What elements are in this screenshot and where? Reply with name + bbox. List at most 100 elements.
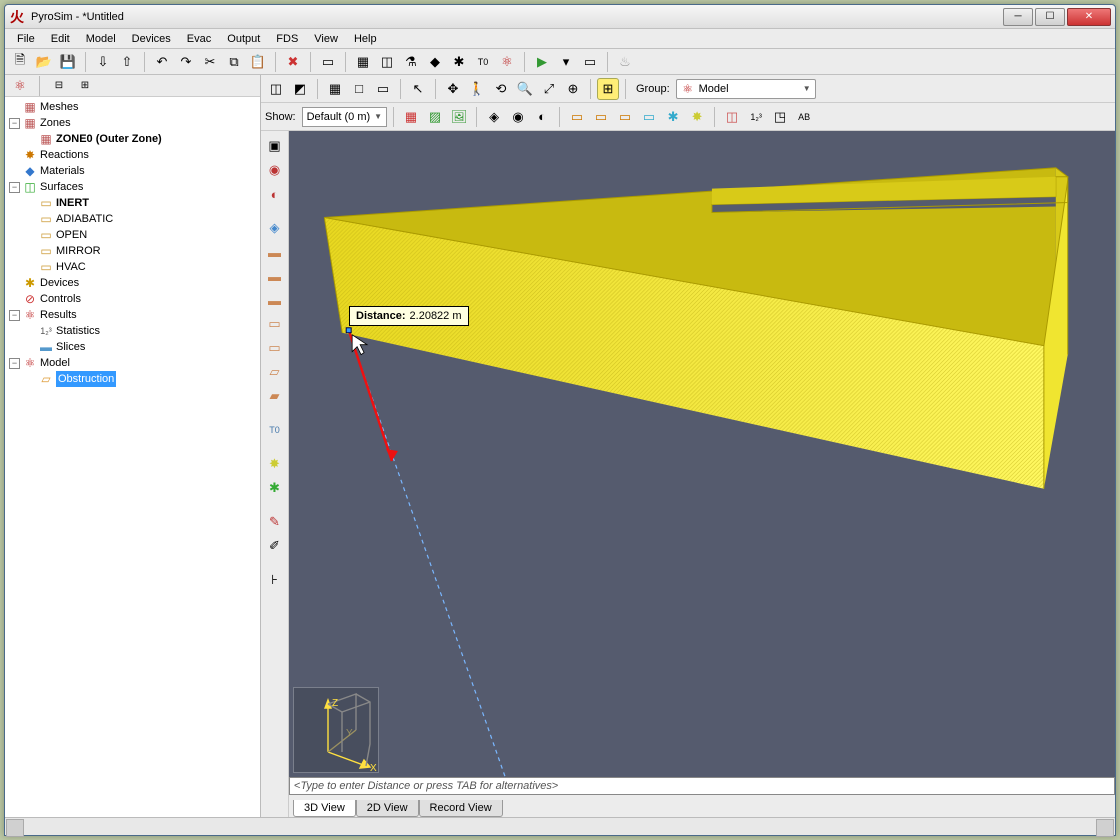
- tool-eyedrop-icon[interactable]: ✐: [264, 535, 286, 557]
- menu-file[interactable]: File: [9, 31, 43, 47]
- group-select[interactable]: ⚛ Model ▼: [676, 79, 816, 99]
- collapse-icon[interactable]: ⊟: [48, 75, 70, 97]
- run2-icon[interactable]: ▭: [579, 51, 601, 73]
- menu-help[interactable]: Help: [346, 31, 385, 47]
- run-icon[interactable]: ▶: [531, 51, 553, 73]
- tree-surface-open[interactable]: ▭OPEN: [25, 227, 258, 243]
- material-icon[interactable]: ◆: [424, 51, 446, 73]
- tree-slices[interactable]: ▬Slices: [25, 339, 258, 355]
- split-icon[interactable]: ◫: [721, 106, 743, 128]
- tool-slab4-icon[interactable]: ▭: [264, 313, 286, 335]
- reaction-icon[interactable]: ⚗: [400, 51, 422, 73]
- import-icon[interactable]: ⇩: [92, 51, 114, 73]
- rotate-icon[interactable]: ⟲: [490, 78, 512, 100]
- tree-surface-inert[interactable]: ▭INERT: [25, 195, 258, 211]
- grid-icon[interactable]: ▦: [324, 78, 346, 100]
- tree-model[interactable]: −⚛Model: [9, 355, 258, 371]
- menu-devices[interactable]: Devices: [124, 31, 179, 47]
- box2-icon[interactable]: ▭: [372, 78, 394, 100]
- viewport-3d[interactable]: Distance: 2.20822 m: [289, 131, 1115, 777]
- tree-obstruction[interactable]: ▱Obstruction: [25, 371, 258, 387]
- paste-icon[interactable]: 📋: [247, 51, 269, 73]
- fire-icon[interactable]: ♨: [614, 51, 636, 73]
- solid-icon[interactable]: ◉: [507, 106, 529, 128]
- tool-device-icon[interactable]: ✸: [264, 453, 286, 475]
- tool-slab3-icon[interactable]: ▬: [264, 289, 286, 311]
- tree-materials[interactable]: ◆Materials: [9, 163, 258, 179]
- tool-text-icon[interactable]: T0: [264, 419, 286, 441]
- tree-surfaces[interactable]: −◫Surfaces: [9, 179, 258, 195]
- tab-record-view[interactable]: Record View: [419, 800, 503, 817]
- image-icon[interactable]: 🖼: [448, 106, 470, 128]
- tree-zone0[interactable]: ▦ZONE0 (Outer Zone): [25, 131, 258, 147]
- tab-2d-view[interactable]: 2D View: [356, 800, 419, 817]
- tree-mode-icon[interactable]: ⚛: [9, 75, 31, 97]
- copy-icon[interactable]: ⧉: [223, 51, 245, 73]
- minimize-button[interactable]: ─: [1003, 8, 1033, 26]
- menu-evac[interactable]: Evac: [179, 31, 219, 47]
- tree-view[interactable]: ▦Meshes −▦Zones ▦ZONE0 (Outer Zone) ✸Rea…: [5, 97, 260, 817]
- tree-controls[interactable]: ⊘Controls: [9, 291, 258, 307]
- pointer-icon[interactable]: ↖: [407, 78, 429, 100]
- cut-icon[interactable]: ✂: [199, 51, 221, 73]
- export-icon[interactable]: ⇧: [116, 51, 138, 73]
- view1-icon[interactable]: ▭: [566, 106, 588, 128]
- save-icon[interactable]: 💾: [57, 51, 79, 73]
- view5-icon[interactable]: ✱: [662, 106, 684, 128]
- zoomfit-icon[interactable]: ⤢: [538, 78, 560, 100]
- persp-icon[interactable]: ◫: [265, 78, 287, 100]
- menu-model[interactable]: Model: [78, 31, 124, 47]
- horizontal-scrollbar[interactable]: [5, 817, 1115, 835]
- tree-devices[interactable]: ✱Devices: [9, 275, 258, 291]
- tree-surface-mirror[interactable]: ▭MIRROR: [25, 243, 258, 259]
- menu-output[interactable]: Output: [219, 31, 268, 47]
- box-icon[interactable]: □: [348, 78, 370, 100]
- cube-icon[interactable]: ◳: [769, 106, 791, 128]
- collapse-twist[interactable]: −: [9, 358, 20, 369]
- tool-rotate-icon[interactable]: ◉: [264, 159, 286, 181]
- collapse-twist[interactable]: −: [9, 182, 20, 193]
- wireframe-icon[interactable]: ◈: [483, 106, 505, 128]
- dropdown-icon[interactable]: ▾: [555, 51, 577, 73]
- mesh-icon[interactable]: ▦: [352, 51, 374, 73]
- view2-icon[interactable]: ▭: [590, 106, 612, 128]
- tree-meshes[interactable]: ▦Meshes: [9, 99, 258, 115]
- axis-widget[interactable]: Z X Y: [293, 687, 379, 773]
- tree-surface-hvac[interactable]: ▭HVAC: [25, 259, 258, 275]
- redo-icon[interactable]: ↷: [175, 51, 197, 73]
- props-icon[interactable]: ▭: [317, 51, 339, 73]
- tool-slab2-icon[interactable]: ▬: [264, 265, 286, 287]
- tree-statistics[interactable]: 1₂³Statistics: [25, 323, 258, 339]
- device-icon[interactable]: ✱: [448, 51, 470, 73]
- floor-icon[interactable]: ▦: [400, 106, 422, 128]
- shaded-icon[interactable]: ◐: [531, 106, 553, 128]
- view4-icon[interactable]: ▭: [638, 106, 660, 128]
- zoom-icon[interactable]: 🔍: [514, 78, 536, 100]
- tool-select-icon[interactable]: ▣: [264, 135, 286, 157]
- tree-results[interactable]: −⚛Results: [9, 307, 258, 323]
- undo-icon[interactable]: ↶: [151, 51, 173, 73]
- show-select[interactable]: Default (0 m) ▼: [302, 107, 388, 127]
- tree-surface-adiabatic[interactable]: ▭ADIABATIC: [25, 211, 258, 227]
- zoomsel-icon[interactable]: ⊕: [562, 78, 584, 100]
- tab-3d-view[interactable]: 3D View: [293, 800, 356, 817]
- expand-icon[interactable]: ⊞: [74, 75, 96, 97]
- tool-mirror-icon[interactable]: ◐: [264, 183, 286, 205]
- maximize-button[interactable]: ☐: [1035, 8, 1065, 26]
- text-icon[interactable]: T0: [472, 51, 494, 73]
- bg-icon[interactable]: ▨: [424, 106, 446, 128]
- menu-view[interactable]: View: [306, 31, 346, 47]
- select-mode-icon[interactable]: ⊞: [597, 78, 619, 100]
- view6-icon[interactable]: ✸: [686, 106, 708, 128]
- collapse-twist[interactable]: −: [9, 118, 20, 129]
- surface-icon[interactable]: ◫: [376, 51, 398, 73]
- menu-fds[interactable]: FDS: [268, 31, 306, 47]
- stats-icon[interactable]: 1₂³: [745, 106, 767, 128]
- walk-icon[interactable]: 🚶: [466, 78, 488, 100]
- tool-device2-icon[interactable]: ✱: [264, 477, 286, 499]
- command-input[interactable]: <Type to enter Distance or press TAB for…: [289, 777, 1115, 795]
- tool-box-icon[interactable]: ◈: [264, 217, 286, 239]
- label-icon[interactable]: AB: [793, 106, 815, 128]
- tree-zones[interactable]: −▦Zones: [9, 115, 258, 131]
- delete-icon[interactable]: ✖: [282, 51, 304, 73]
